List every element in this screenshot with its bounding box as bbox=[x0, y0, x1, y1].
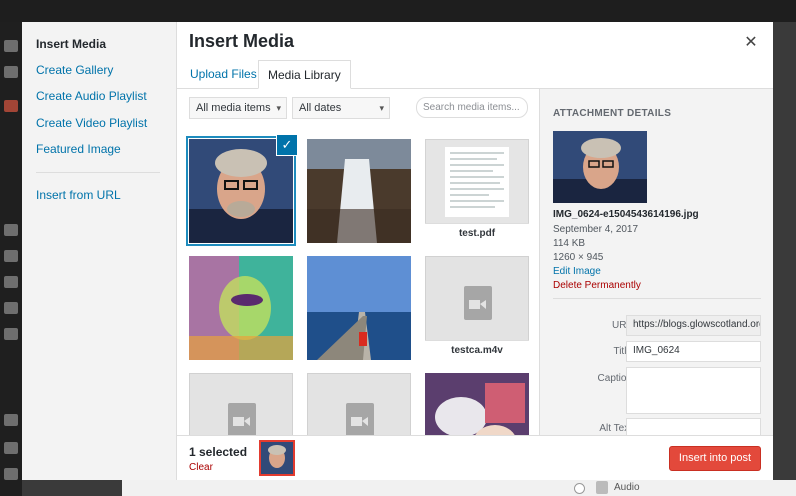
date-filter-value: All dates bbox=[299, 102, 342, 114]
date-filter[interactable]: All dates ▾ bbox=[292, 97, 390, 119]
details-dimensions: 1260 × 945 bbox=[553, 252, 604, 263]
waterfall-image bbox=[307, 139, 411, 243]
audio-format-radio[interactable] bbox=[574, 483, 585, 494]
alt-text-field[interactable] bbox=[626, 418, 761, 435]
title-label: Title bbox=[613, 346, 632, 357]
portrait-image bbox=[553, 131, 647, 203]
caption-field[interactable] bbox=[626, 367, 761, 414]
attachment-thumb[interactable]: test.pdf bbox=[425, 139, 529, 243]
tab-media-library[interactable]: Media Library bbox=[258, 60, 351, 89]
plugins-icon[interactable] bbox=[4, 414, 18, 426]
details-thumbnail bbox=[553, 131, 647, 203]
search-input[interactable]: Search media items... bbox=[416, 97, 528, 118]
alt-text-label: Alt Text bbox=[599, 423, 632, 434]
kids-crafts-image bbox=[425, 373, 529, 435]
appearance-icon[interactable] bbox=[4, 328, 18, 340]
details-heading: Attachment Details bbox=[553, 108, 672, 119]
links-icon[interactable] bbox=[4, 250, 18, 262]
attachment-thumb[interactable] bbox=[307, 373, 411, 435]
tools-icon[interactable] bbox=[4, 468, 18, 480]
edit-image-link[interactable]: Edit Image bbox=[553, 266, 601, 277]
colorful-portrait-image bbox=[189, 256, 293, 360]
attachment-thumb[interactable] bbox=[307, 139, 411, 243]
details-date: September 4, 2017 bbox=[553, 224, 639, 235]
media-router-tabs: Upload Files Media Library bbox=[177, 60, 773, 89]
attachments-grid: ✓ test.pdf testca.m4v bbox=[177, 129, 539, 435]
selection-count: 1 selected bbox=[189, 445, 248, 459]
document-preview bbox=[445, 147, 509, 217]
url-field[interactable]: https://blogs.glowscotland.org.uk/ bbox=[626, 315, 761, 336]
close-icon[interactable]: ✕ bbox=[742, 34, 760, 52]
details-size: 114 KB bbox=[553, 238, 586, 249]
attachment-thumb[interactable] bbox=[189, 373, 293, 435]
audio-format-label: Audio bbox=[614, 482, 640, 493]
menu-item-insert-from-url[interactable]: Insert from URL bbox=[36, 188, 121, 202]
media-modal: Insert Media Create Gallery Create Audio… bbox=[22, 22, 773, 480]
insert-into-post-button[interactable]: Insert into post bbox=[669, 446, 761, 471]
audio-format-icon bbox=[596, 481, 608, 494]
media-type-filter-value: All media items bbox=[196, 102, 271, 114]
video-icon bbox=[464, 286, 492, 320]
attachment-filename: test.pdf bbox=[425, 223, 529, 243]
attachment-thumb[interactable]: ✓ bbox=[189, 135, 297, 243]
attachment-thumb[interactable] bbox=[189, 256, 293, 360]
media-icon[interactable] bbox=[4, 224, 18, 236]
attachment-thumb[interactable] bbox=[307, 256, 411, 360]
media-footer: 1 selected Clear Insert into post bbox=[177, 435, 773, 480]
video-icon bbox=[346, 403, 374, 435]
background-post-format-row: Audio bbox=[122, 480, 796, 496]
menu-item-create-video-playlist[interactable]: Create Video Playlist bbox=[36, 116, 147, 130]
title-field[interactable]: IMG_0624 bbox=[626, 341, 761, 362]
tab-upload-files[interactable]: Upload Files bbox=[181, 60, 266, 89]
document-lines bbox=[450, 152, 504, 208]
modal-title: Insert Media bbox=[189, 31, 295, 51]
caption-label: Caption bbox=[597, 373, 632, 384]
posts-icon[interactable] bbox=[4, 100, 18, 112]
comments-icon[interactable] bbox=[4, 302, 18, 314]
admin-sidebar bbox=[0, 22, 22, 496]
menu-item-featured-image[interactable]: Featured Image bbox=[36, 142, 121, 156]
menu-item-insert-media[interactable]: Insert Media bbox=[36, 37, 106, 51]
delete-permanently-link[interactable]: Delete Permanently bbox=[553, 280, 641, 291]
jetpack-icon[interactable] bbox=[4, 66, 18, 78]
attachment-thumb[interactable]: testca.m4v bbox=[425, 256, 529, 360]
admin-bar bbox=[0, 0, 796, 22]
url-label: URL bbox=[611, 320, 632, 331]
menu-item-create-audio-playlist[interactable]: Create Audio Playlist bbox=[36, 89, 147, 103]
attachments-toolbar: All media items ▾ All dates ▾ Search med… bbox=[177, 89, 539, 129]
pages-icon[interactable] bbox=[4, 276, 18, 288]
selection-thumbnail[interactable] bbox=[259, 440, 295, 476]
attachment-filename: testca.m4v bbox=[425, 340, 529, 360]
checkmark-icon[interactable]: ✓ bbox=[277, 135, 297, 155]
portrait-image bbox=[261, 442, 293, 474]
attachment-thumb[interactable] bbox=[425, 373, 529, 435]
details-filename: IMG_0624-e1504543614196.jpg bbox=[553, 209, 699, 220]
attachment-details: Attachment Details IMG_0624-e15045436141… bbox=[539, 89, 773, 435]
menu-item-create-gallery[interactable]: Create Gallery bbox=[36, 63, 113, 77]
media-type-filter[interactable]: All media items ▾ bbox=[189, 97, 287, 119]
details-separator bbox=[553, 298, 761, 299]
chevron-down-icon: ▾ bbox=[276, 103, 281, 113]
menu-separator bbox=[36, 172, 160, 173]
video-icon bbox=[228, 403, 256, 435]
clear-selection-link[interactable]: Clear bbox=[189, 462, 213, 473]
users-icon[interactable] bbox=[4, 442, 18, 454]
chevron-down-icon: ▾ bbox=[379, 103, 384, 113]
media-menu: Insert Media Create Gallery Create Audio… bbox=[22, 22, 177, 480]
dashboard-icon[interactable] bbox=[4, 40, 18, 52]
lighthouse-image bbox=[307, 256, 411, 360]
